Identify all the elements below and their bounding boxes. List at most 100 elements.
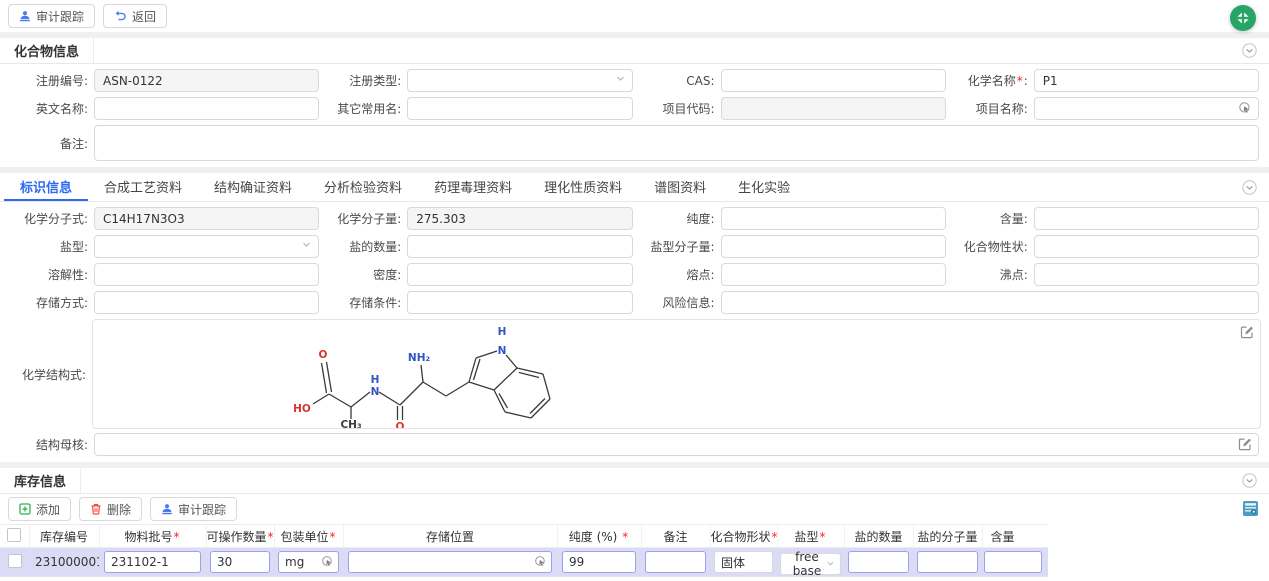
- collapse-detail-icon[interactable]: [1242, 180, 1257, 195]
- tab-spectra[interactable]: 谱图资料: [638, 173, 722, 201]
- reg-type-select[interactable]: [407, 69, 632, 92]
- col-salt-type: 盐型*: [777, 525, 844, 548]
- inventory-row[interactable]: 231000001 free ba: [0, 548, 1048, 577]
- tab-physicochemical[interactable]: 理化性质资料: [528, 173, 638, 201]
- density-input[interactable]: [416, 268, 623, 282]
- table-settings-icon[interactable]: [1242, 500, 1259, 517]
- salt-mw-input[interactable]: [730, 240, 937, 254]
- chemical-structure-canvas: HO O O N H NH₂ CH₃ N H: [92, 319, 1261, 429]
- density-label: 密度:: [323, 266, 407, 283]
- en-name-field[interactable]: [94, 97, 319, 120]
- shape-cell-input[interactable]: [714, 551, 773, 573]
- melting-field[interactable]: [721, 263, 946, 286]
- salt-type-cell-select[interactable]: free base: [780, 553, 841, 575]
- location-cell-input[interactable]: [348, 551, 552, 573]
- reference-picker-icon[interactable]: [534, 555, 547, 568]
- remark-label: 备注:: [10, 135, 94, 152]
- reg-type-input[interactable]: [416, 74, 623, 88]
- chem-name-field[interactable]: [1034, 69, 1259, 92]
- reference-picker-icon[interactable]: [1238, 101, 1252, 115]
- appearance-input[interactable]: [1043, 240, 1250, 254]
- compound-section-title: 化合物信息: [0, 38, 94, 63]
- purity-field[interactable]: [721, 207, 946, 230]
- reference-picker-icon[interactable]: [321, 555, 334, 568]
- atom-amide-h-label: H: [371, 374, 380, 386]
- salt-count-input[interactable]: [416, 240, 623, 254]
- salt-count-field[interactable]: [407, 235, 632, 258]
- en-name-input[interactable]: [103, 102, 310, 116]
- tab-biochemical[interactable]: 生化实验: [722, 173, 806, 201]
- cas-input[interactable]: [730, 74, 937, 88]
- add-form-icon: [19, 503, 31, 515]
- content-cell-input[interactable]: [984, 551, 1042, 573]
- tab-pharmacology-toxicology[interactable]: 药理毒理资料: [418, 173, 528, 201]
- tab-structure-confirmation[interactable]: 结构确证资料: [198, 173, 308, 201]
- molecule-drawing: HO O O N H NH₂ CH₃ N H: [288, 320, 588, 428]
- collapse-all-fab-button[interactable]: [1230, 5, 1256, 31]
- audit-person-icon: [161, 503, 173, 515]
- col-location: 存储位置: [343, 525, 557, 548]
- appearance-field[interactable]: [1034, 235, 1259, 258]
- salt-type-input[interactable]: [103, 240, 310, 254]
- solubility-field[interactable]: [94, 263, 319, 286]
- other-name-input[interactable]: [416, 102, 623, 116]
- purity-input[interactable]: [730, 212, 937, 226]
- boiling-field[interactable]: [1034, 263, 1259, 286]
- remark-cell-input[interactable]: [645, 551, 706, 573]
- tab-analysis-inspection[interactable]: 分析检验资料: [308, 173, 418, 201]
- delete-row-button[interactable]: 删除: [79, 497, 142, 521]
- batch-no-cell-input[interactable]: [104, 551, 201, 573]
- tab-synthesis-process[interactable]: 合成工艺资料: [88, 173, 198, 201]
- tab-identification[interactable]: 标识信息: [4, 173, 88, 201]
- melting-input[interactable]: [730, 268, 937, 282]
- core-structure-input[interactable]: [103, 438, 1250, 452]
- collapse-compound-icon[interactable]: [1242, 43, 1257, 58]
- audit-trail-button[interactable]: 审计跟踪: [8, 4, 95, 28]
- storage-cond-input[interactable]: [416, 296, 623, 310]
- density-field[interactable]: [407, 263, 632, 286]
- storage-method-field[interactable]: [94, 291, 319, 314]
- remark-textarea[interactable]: [94, 125, 1259, 161]
- storage-cond-field[interactable]: [407, 291, 632, 314]
- risk-input[interactable]: [730, 296, 1251, 310]
- core-structure-label: 结构母核:: [10, 436, 94, 453]
- salt-mw-label: 盐型分子量:: [637, 238, 721, 255]
- salt-count-cell-input[interactable]: [848, 551, 909, 573]
- col-stock-no: 库存编号: [29, 525, 99, 548]
- qty-cell-input[interactable]: [210, 551, 270, 573]
- row-checkbox[interactable]: [8, 554, 22, 568]
- boiling-input[interactable]: [1043, 268, 1250, 282]
- salt-mw-field[interactable]: [721, 235, 946, 258]
- trash-icon: [90, 503, 102, 515]
- storage-method-input[interactable]: [103, 296, 310, 310]
- salt-mw-cell-input[interactable]: [917, 551, 978, 573]
- core-structure-field[interactable]: [94, 433, 1259, 456]
- salt-type-select[interactable]: [94, 235, 319, 258]
- inventory-audit-trail-button[interactable]: 审计跟踪: [150, 497, 237, 521]
- col-content: 含量: [982, 525, 1048, 548]
- content-field[interactable]: [1034, 207, 1259, 230]
- other-name-field[interactable]: [407, 97, 632, 120]
- project-name-input[interactable]: [1043, 102, 1250, 116]
- content-input[interactable]: [1043, 212, 1250, 226]
- select-all-checkbox[interactable]: [7, 528, 21, 542]
- edit-structure-icon[interactable]: [1240, 325, 1254, 339]
- collapse-inventory-icon[interactable]: [1242, 473, 1257, 488]
- add-row-button[interactable]: 添加: [8, 497, 71, 521]
- col-shape: 化合物形状*: [710, 525, 777, 548]
- atom-ch3-label: CH₃: [340, 419, 361, 428]
- chem-name-input[interactable]: [1043, 74, 1250, 88]
- arrows-inward-icon: [1235, 10, 1251, 26]
- mol-weight-input: [416, 212, 623, 226]
- back-button[interactable]: 返回: [103, 4, 167, 28]
- purity-cell-input[interactable]: [562, 551, 636, 573]
- inventory-toolbar: 添加 删除 审计跟踪: [0, 494, 1269, 524]
- project-name-field[interactable]: [1034, 97, 1259, 120]
- content-label: 含量:: [950, 210, 1034, 227]
- cas-field[interactable]: [721, 69, 946, 92]
- solubility-input[interactable]: [103, 268, 310, 282]
- risk-label: 风险信息:: [637, 294, 721, 311]
- salt-count-label: 盐的数量:: [323, 238, 407, 255]
- edit-core-icon[interactable]: [1238, 437, 1252, 451]
- risk-field[interactable]: [721, 291, 1260, 314]
